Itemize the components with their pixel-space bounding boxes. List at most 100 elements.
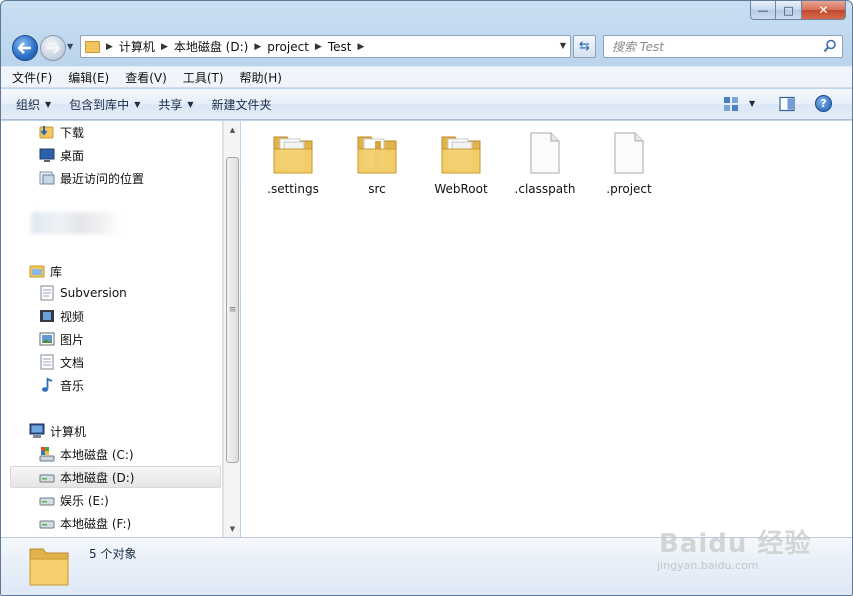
chevron-right-icon[interactable]: ▶	[161, 42, 168, 52]
file-item-webroot[interactable]: WebRoot	[418, 129, 504, 201]
folder-icon	[441, 136, 481, 174]
nav-item-drive-f[interactable]: 本地磁盘 (F:)	[39, 512, 131, 534]
breadcrumb-drive-d[interactable]: 本地磁盘 (D:)	[174, 38, 248, 55]
share-button[interactable]: 共享 ▼	[158, 96, 193, 113]
file-name: WebRoot	[434, 182, 488, 196]
nav-item-label: 计算机	[50, 424, 87, 439]
file-icon	[530, 132, 560, 174]
address-history-dropdown[interactable]: ▼	[560, 41, 566, 50]
nav-item-label: 视频	[60, 309, 85, 324]
folder-icon	[357, 136, 397, 174]
forward-arrow-icon	[47, 42, 60, 54]
menu-file[interactable]: 文件(F)	[12, 69, 52, 86]
chevron-right-icon[interactable]: ▶	[357, 42, 364, 52]
nav-item-videos[interactable]: 视频	[39, 305, 84, 327]
organize-button[interactable]: 组织 ▼	[16, 96, 51, 113]
nav-item-label: 桌面	[60, 148, 85, 163]
breadcrumb-computer[interactable]: 计算机	[119, 38, 155, 55]
nav-item-music[interactable]: 音乐	[39, 374, 84, 396]
item-count: 5 个对象	[89, 547, 137, 561]
system-drive-icon	[39, 447, 55, 462]
file-icon	[614, 132, 644, 174]
nav-item-drive-d[interactable]: 本地磁盘 (D:)	[10, 466, 221, 488]
nav-item-label: 娱乐 (E:)	[60, 493, 109, 508]
chevron-down-icon: ▼	[45, 99, 52, 109]
nav-item-libraries[interactable]: 库	[29, 260, 62, 282]
nav-item-desktop[interactable]: 桌面	[39, 144, 84, 166]
hard-drive-icon	[39, 474, 55, 483]
breadcrumb-test[interactable]: Test	[328, 40, 352, 54]
nav-item-label: 音乐	[60, 378, 85, 393]
nav-item-label: 本地磁盘 (D:)	[60, 470, 135, 485]
file-name: .classpath	[514, 182, 576, 196]
back-arrow-icon	[18, 42, 31, 54]
scroll-down-arrow-icon[interactable]: ▼	[224, 520, 241, 537]
search-box[interactable]	[603, 35, 843, 58]
organize-label: 组织	[16, 97, 41, 112]
menu-tools[interactable]: 工具(T)	[183, 69, 224, 86]
pictures-icon	[39, 332, 55, 346]
help-button[interactable]: ?	[815, 95, 832, 112]
desktop-icon	[39, 148, 55, 162]
nav-item-pictures[interactable]: 图片	[39, 328, 84, 350]
nav-pane-scrollbar[interactable]: ▲ ≡ ▼	[223, 121, 240, 537]
hard-drive-icon	[39, 497, 55, 506]
forward-button[interactable]	[40, 35, 66, 61]
scroll-thumb[interactable]: ≡	[226, 157, 239, 463]
caption-buttons: — □ ✕	[750, 1, 846, 20]
nav-item-downloads[interactable]: 下载	[39, 121, 84, 143]
maximize-button[interactable]: □	[776, 1, 802, 20]
nav-item-subversion[interactable]: Subversion	[39, 282, 127, 304]
nav-item-label: 图片	[60, 332, 85, 347]
file-item-project[interactable]: .project	[586, 129, 672, 201]
search-input[interactable]	[612, 39, 812, 54]
menu-view[interactable]: 查看(V)	[125, 69, 167, 86]
address-bar[interactable]: ▶ 计算机 ▶ 本地磁盘 (D:) ▶ project ▶ Test ▶ ▼	[80, 35, 571, 58]
change-view-icon[interactable]	[723, 96, 739, 112]
recent-places-icon	[39, 171, 55, 185]
scroll-up-arrow-icon[interactable]: ▲	[224, 121, 241, 138]
menu-help[interactable]: 帮助(H)	[240, 69, 282, 86]
minimize-button[interactable]: —	[750, 1, 776, 20]
video-icon	[40, 310, 54, 322]
menu-edit[interactable]: 编辑(E)	[68, 69, 109, 86]
library-icon	[29, 265, 45, 278]
music-icon	[42, 377, 53, 392]
file-name: .project	[606, 182, 652, 196]
nav-item-drive-e[interactable]: 娱乐 (E:)	[39, 489, 109, 511]
folder-icon	[273, 136, 313, 174]
file-item-src[interactable]: src	[334, 129, 420, 201]
view-options-dropdown[interactable]: ▼	[749, 99, 755, 108]
nav-item-recent-places[interactable]: 最近访问的位置	[39, 167, 144, 189]
chevron-down-icon: ▼	[187, 99, 194, 109]
nav-item-documents[interactable]: 文档	[39, 351, 84, 373]
nav-item-label: 库	[50, 264, 63, 279]
chevron-right-icon[interactable]: ▶	[315, 42, 322, 52]
back-button[interactable]	[12, 35, 38, 61]
chevron-down-icon: ▼	[134, 99, 141, 109]
preview-pane-icon[interactable]	[779, 96, 795, 112]
refresh-button[interactable]: ⇆	[573, 35, 596, 58]
file-item-settings[interactable]: .settings	[250, 129, 336, 201]
nav-item-label: Subversion	[60, 286, 127, 300]
nav-item-computer[interactable]: 计算机	[29, 420, 86, 442]
search-icon[interactable]	[823, 39, 837, 53]
chevron-right-icon[interactable]: ▶	[254, 42, 261, 52]
details-pane: 5 个对象	[1, 537, 852, 595]
file-item-classpath[interactable]: .classpath	[502, 129, 588, 201]
nav-item-label: 文档	[60, 355, 85, 370]
include-in-library-button[interactable]: 包含到库中 ▼	[69, 96, 140, 113]
nav-item-drive-c[interactable]: 本地磁盘 (C:)	[39, 443, 134, 465]
computer-icon	[29, 423, 45, 438]
breadcrumb-project[interactable]: project	[267, 40, 309, 54]
file-name: .settings	[267, 182, 319, 196]
downloads-folder-icon	[39, 126, 54, 139]
include-in-library-label: 包含到库中	[69, 97, 130, 112]
new-folder-button[interactable]: 新建文件夹	[212, 96, 272, 113]
nav-item-label: 下载	[60, 125, 85, 140]
command-bar: 组织 ▼ 包含到库中 ▼ 共享 ▼ 新建文件夹 ▼ ?	[1, 89, 852, 120]
recent-pages-dropdown[interactable]: ▼	[67, 42, 73, 51]
hard-drive-icon	[39, 520, 55, 529]
close-button[interactable]: ✕	[802, 1, 846, 20]
menu-bar: 文件(F) 编辑(E) 查看(V) 工具(T) 帮助(H)	[1, 66, 852, 88]
